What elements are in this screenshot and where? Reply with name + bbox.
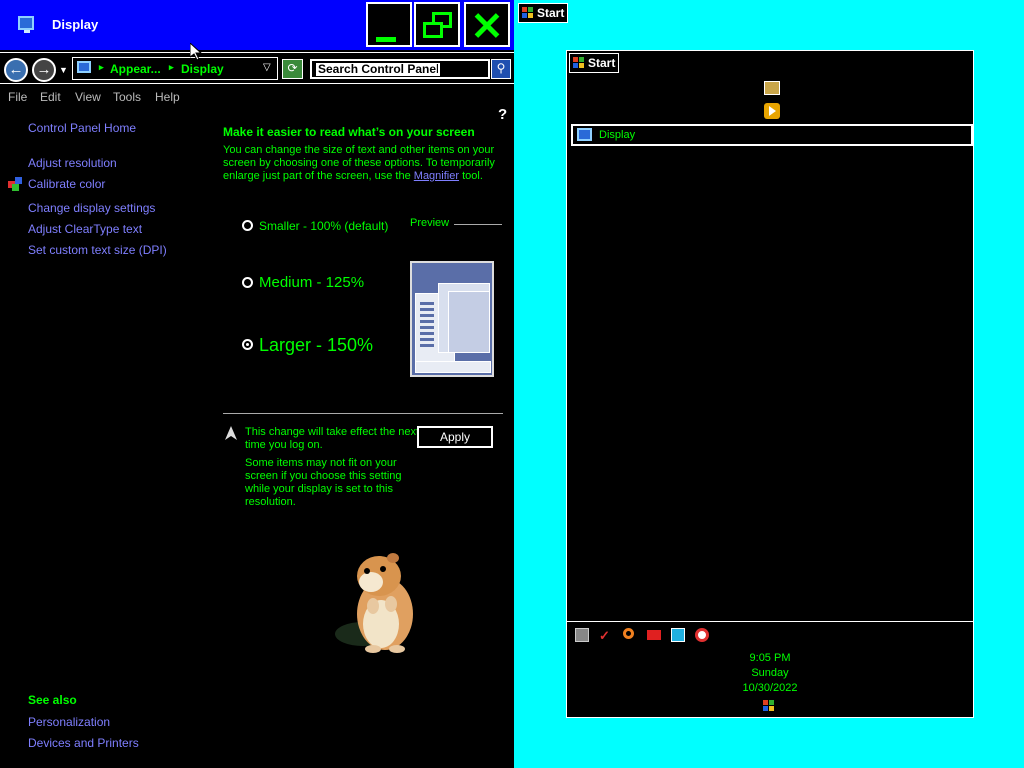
sidebar-calibrate-color[interactable]: Calibrate color xyxy=(28,177,105,191)
see-also-heading: See also xyxy=(28,693,77,707)
taskbar-item-label: Display xyxy=(599,129,636,141)
refresh-icon: ⟳ xyxy=(287,61,298,75)
search-input[interactable] xyxy=(316,63,440,76)
sidebar-custom-text-size[interactable]: Set custom text size (DPI) xyxy=(28,243,167,257)
breadcrumb-display[interactable]: Display xyxy=(181,62,224,76)
menu-bar: File Edit View Tools Help xyxy=(0,86,514,108)
search-button[interactable]: ⚲ xyxy=(491,59,511,79)
window-title: Display xyxy=(52,17,99,32)
display-window: Display ← → ▼ ▸ Appear... ▸ Display ▽ ⟳ … xyxy=(0,0,514,768)
search-box[interactable] xyxy=(310,59,490,79)
back-button[interactable]: ← xyxy=(4,58,28,82)
page-description: You can change the size of text and othe… xyxy=(223,144,495,182)
menu-edit[interactable]: Edit xyxy=(40,90,61,104)
menu-view[interactable]: View xyxy=(75,90,101,104)
help-icon[interactable]: ? xyxy=(498,106,507,123)
option-larger-label[interactable]: Larger - 150% xyxy=(259,335,373,356)
clock-time[interactable]: 9:05 PM xyxy=(567,652,973,664)
preview-label: Preview xyxy=(410,217,450,229)
warning-icon xyxy=(225,426,237,440)
radio-larger[interactable] xyxy=(242,339,253,350)
sidebar-adjust-resolution[interactable]: Adjust resolution xyxy=(28,156,117,170)
address-toolbar: ← → ▼ ▸ Appear... ▸ Display ▽ ⟳ ⚲ xyxy=(0,52,514,84)
file-explorer-icon[interactable] xyxy=(764,81,780,95)
radio-smaller[interactable] xyxy=(242,220,253,231)
sidebar-change-display-settings[interactable]: Change display settings xyxy=(28,201,155,215)
color-calibration-icon xyxy=(8,177,22,191)
chevron-right-icon: ▸ xyxy=(169,62,174,72)
display-icon xyxy=(18,16,34,33)
clock-day: Sunday xyxy=(751,667,789,679)
start-button[interactable]: Start xyxy=(518,3,568,23)
menu-tools[interactable]: Tools xyxy=(113,90,141,104)
start-label: Start xyxy=(588,56,616,70)
hamster-mascot-image xyxy=(335,553,413,653)
logon-notice: This change will take effect the next ti… xyxy=(245,426,420,451)
minimize-icon xyxy=(376,37,396,42)
action-center-flag-icon[interactable] xyxy=(647,630,661,640)
refresh-button[interactable]: ⟳ xyxy=(282,59,303,79)
arrow-left-icon: ← xyxy=(8,61,24,78)
restore-button[interactable] xyxy=(414,2,460,47)
address-bar[interactable]: ▸ Appear... ▸ Display ▽ xyxy=(72,57,278,80)
taskbar-panel: Start Display ✓ 9:05 PM Sunday 10/30/202… xyxy=(566,50,974,718)
volume-muted-icon[interactable]: ✓ xyxy=(599,628,613,643)
apply-button[interactable]: Apply xyxy=(417,426,493,448)
preview-divider xyxy=(454,224,502,225)
magnifier-link[interactable]: Magnifier xyxy=(414,170,459,182)
mouse-cursor-icon xyxy=(190,43,202,61)
monitor-icon[interactable] xyxy=(671,628,685,642)
display-icon xyxy=(577,128,592,141)
sidebar-control-panel-home[interactable]: Control Panel Home xyxy=(28,121,136,135)
panel-start-button[interactable]: Start xyxy=(569,53,619,73)
close-button[interactable] xyxy=(464,2,510,47)
system-tray: ✓ 9:05 PM Sunday 10/30/2022 xyxy=(567,621,973,717)
chevron-right-icon: ▸ xyxy=(99,62,104,72)
taskbar-item-display[interactable]: Display xyxy=(571,124,973,146)
page-heading: Make it easier to read what’s on your sc… xyxy=(223,125,475,139)
fit-warning: Some items may not fit on your screen if… xyxy=(245,457,402,508)
media-player-icon[interactable] xyxy=(764,103,780,119)
forward-button[interactable]: → xyxy=(32,58,56,82)
see-also-personalization[interactable]: Personalization xyxy=(28,715,110,729)
preview-image xyxy=(410,261,494,377)
recent-pages-dropdown[interactable]: ▼ xyxy=(59,65,68,75)
start-label: Start xyxy=(537,6,565,20)
option-medium-label[interactable]: Medium - 125% xyxy=(259,274,364,291)
sidebar-adjust-cleartype[interactable]: Adjust ClearType text xyxy=(28,222,142,236)
menu-help[interactable]: Help xyxy=(155,90,180,104)
see-also-devices-printers[interactable]: Devices and Printers xyxy=(28,736,139,750)
chevron-down-icon[interactable]: ▽ xyxy=(263,62,271,73)
search-icon: ⚲ xyxy=(496,61,506,75)
minimize-button[interactable] xyxy=(366,2,412,47)
menu-file[interactable]: File xyxy=(8,90,27,104)
search-icon[interactable] xyxy=(623,628,634,639)
windows-flag-icon xyxy=(522,7,534,19)
radio-medium[interactable] xyxy=(242,277,253,288)
breadcrumb-appearance[interactable]: Appear... xyxy=(110,62,161,76)
arrow-right-icon: → xyxy=(36,61,52,78)
windows-flag-icon xyxy=(573,57,585,69)
clock-date: 10/30/2022 xyxy=(742,682,798,694)
option-smaller-label[interactable]: Smaller - 100% (default) xyxy=(259,219,388,233)
network-icon[interactable] xyxy=(575,628,589,642)
control-panel-icon xyxy=(77,61,91,73)
section-divider xyxy=(223,413,503,414)
record-icon[interactable] xyxy=(695,628,709,642)
windows-flag-icon[interactable] xyxy=(763,700,777,714)
title-bar[interactable]: Display xyxy=(0,0,514,50)
